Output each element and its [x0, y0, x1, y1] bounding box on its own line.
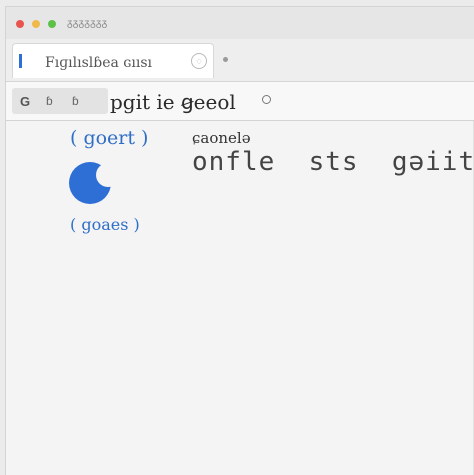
minimize-window-button[interactable] [32, 20, 40, 28]
google-icon[interactable]: G [20, 94, 30, 109]
reload-icon[interactable] [262, 95, 271, 104]
new-tab-button[interactable] [223, 57, 228, 62]
link-bottom[interactable]: ( goaes ) [70, 215, 140, 234]
page-content: ( goert ) ɕaonelə onfle sts gəiit ( goae… [6, 121, 474, 475]
nav-button-group: G ɓ ɓ [12, 88, 108, 114]
url-field[interactable]: pgit ie ꞡeeol [110, 90, 236, 114]
link-top[interactable]: ( goert ) [70, 127, 148, 149]
address-bar: G ɓ ɓ pgit ie ꞡeeol [6, 82, 474, 121]
window-title: ᵹᵹᵹᵹᵹᵹᵹ [67, 18, 108, 29]
tab-accent-bar [19, 54, 22, 68]
page-subtitle: ɕaonelə [192, 129, 251, 147]
back-button[interactable]: ɓ [46, 94, 53, 108]
tab-active[interactable]: Fıɡılıslɓea ɢıısı ◌ [12, 43, 214, 78]
forward-button[interactable]: ɓ [72, 94, 79, 108]
page-title: onfle sts gəiit [192, 147, 474, 177]
browser-window: ᵹᵹᵹᵹᵹᵹᵹ Fıɡılıslɓea ɢıısı ◌ G ɓ ɓ pgit i… [5, 6, 474, 475]
tab-close-icon[interactable]: ◌ [191, 53, 207, 69]
moon-icon [69, 162, 111, 204]
tab-strip: Fıɡılıslɓea ɢıısı ◌ [6, 39, 474, 82]
maximize-window-button[interactable] [48, 20, 56, 28]
close-window-button[interactable] [16, 20, 24, 28]
tab-label: Fıɡılıslɓea ɢıısı [45, 55, 153, 71]
title-bar: ᵹᵹᵹᵹᵹᵹᵹ [6, 7, 474, 39]
